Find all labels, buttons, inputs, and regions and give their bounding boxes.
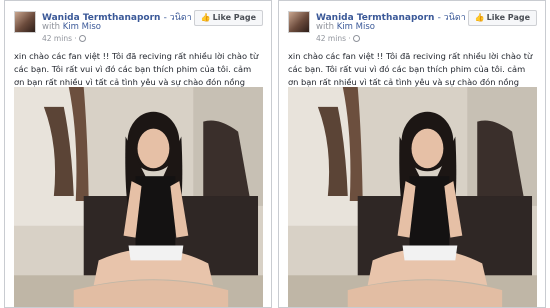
thumbs-up-icon: 👍 xyxy=(474,13,485,22)
author-avatar[interactable] xyxy=(288,11,310,33)
globe-icon xyxy=(352,35,360,42)
post-meta: 42 mins · xyxy=(316,34,360,43)
with-label: with xyxy=(316,22,335,32)
tagged-person[interactable]: Kim Miso xyxy=(63,22,101,32)
tagged-line: with Kim Miso xyxy=(42,22,101,32)
post-photo[interactable] xyxy=(14,87,263,307)
like-page-button[interactable]: 👍 Like Page xyxy=(467,10,537,26)
thumbs-up-icon: 👍 xyxy=(200,13,211,22)
globe-icon xyxy=(78,35,86,42)
post-photo[interactable] xyxy=(288,87,537,307)
facebook-post-right: Wanida Termthanaporn - วนิดา เติมธนาภรณ์… xyxy=(278,0,546,308)
post-time[interactable]: 42 mins · xyxy=(316,34,351,43)
like-page-button[interactable]: 👍 Like Page xyxy=(193,10,263,26)
with-label: with xyxy=(42,22,61,32)
post-time[interactable]: 42 mins · xyxy=(42,34,77,43)
author-avatar[interactable] xyxy=(14,11,36,33)
facebook-post-left: Wanida Termthanaporn - วนิดา เติมธนาภรณ์… xyxy=(4,0,272,308)
post-meta: 42 mins · xyxy=(42,34,86,43)
like-page-label: Like Page xyxy=(212,13,256,22)
photo-woman-sitting xyxy=(288,87,537,307)
tagged-line: with Kim Miso xyxy=(316,22,375,32)
tagged-person[interactable]: Kim Miso xyxy=(337,22,375,32)
like-page-label: Like Page xyxy=(486,13,530,22)
photo-woman-sitting xyxy=(14,87,263,307)
